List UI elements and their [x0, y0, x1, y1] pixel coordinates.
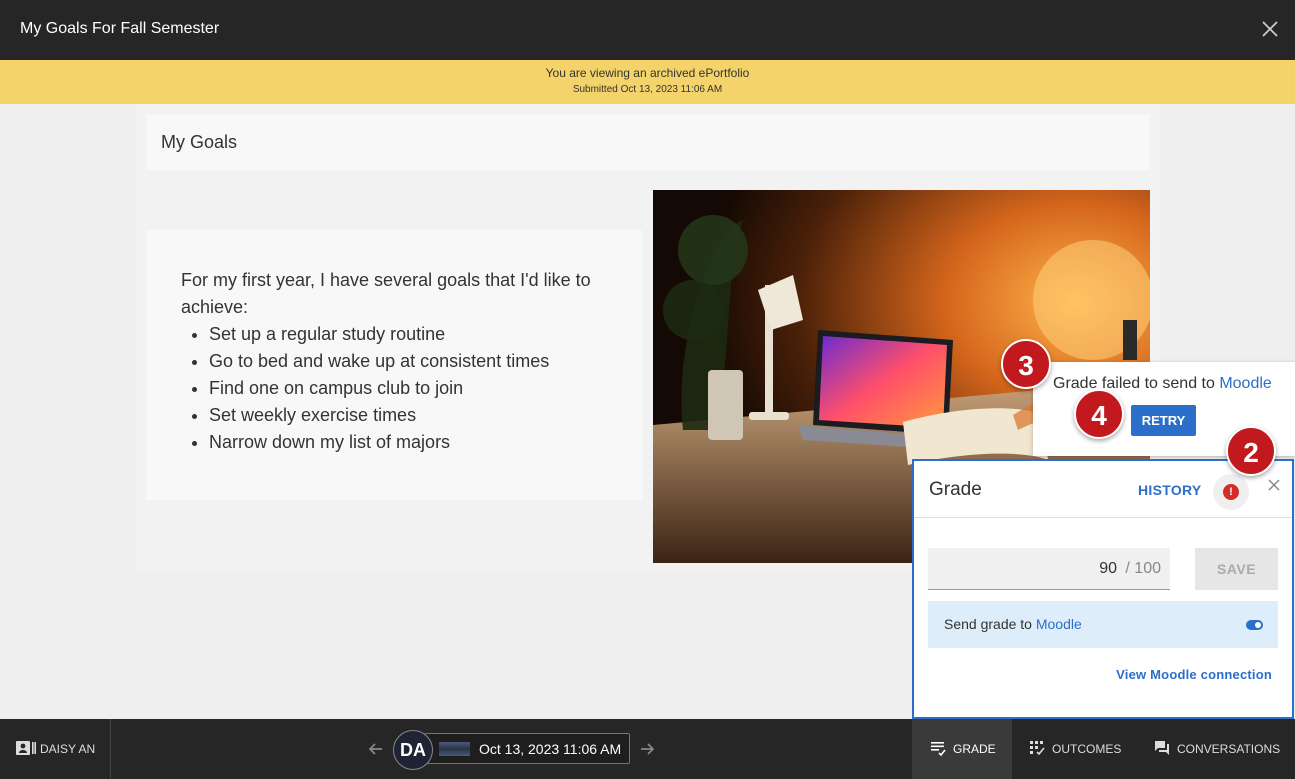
- goal-item: Find one on campus club to join: [209, 375, 549, 402]
- goals-text-card: For my first year, I have several goals …: [146, 230, 642, 500]
- history-button[interactable]: HISTORY: [1138, 482, 1202, 498]
- submission-date: Oct 13, 2023 11:06 AM: [479, 741, 622, 757]
- tab-conversations-label: CONVERSATIONS: [1177, 742, 1281, 756]
- grade-failed-message: Grade failed to send to Moodle: [1053, 375, 1272, 393]
- conversations-icon: [1155, 741, 1169, 755]
- retry-button[interactable]: RETRY: [1131, 405, 1196, 436]
- archive-notice: You are viewing an archived ePortfolio: [545, 66, 750, 80]
- send-grade-row: Send grade to Moodle: [928, 601, 1278, 648]
- goals-intro: For my first year, I have several goals …: [181, 270, 591, 317]
- submission-thumbnail: [439, 742, 470, 756]
- score-max: / 100: [1125, 560, 1161, 577]
- toggle-knob: [1255, 622, 1261, 628]
- score-input[interactable]: 90 / 100: [928, 548, 1170, 590]
- error-icon: !: [1223, 484, 1239, 500]
- send-grade-label: Send grade to Moodle: [944, 616, 1082, 632]
- archive-banner: You are viewing an archived ePortfolio S…: [0, 60, 1295, 104]
- close-icon[interactable]: [1261, 20, 1279, 38]
- goals-list: Set up a regular study routine Go to bed…: [209, 321, 549, 456]
- send-grade-text: Send grade to: [944, 616, 1036, 632]
- score-value: 90: [1099, 560, 1117, 577]
- grade-panel: Grade HISTORY ! 90 / 100 SAVE Send grade…: [912, 459, 1294, 719]
- top-bar: My Goals For Fall Semester: [0, 0, 1295, 60]
- callout-3: 3: [1001, 339, 1051, 389]
- moodle-link[interactable]: Moodle: [1036, 616, 1082, 632]
- close-icon[interactable]: [1267, 478, 1281, 492]
- student-name: DAISY AN: [40, 742, 96, 756]
- goal-item: Set up a regular study routine: [209, 321, 549, 348]
- grade-panel-title: Grade: [929, 479, 982, 500]
- tab-outcomes-label: OUTCOMES: [1052, 742, 1122, 756]
- page-heading: My Goals: [161, 132, 238, 152]
- avatar: DA: [393, 730, 433, 770]
- portfolio-title: My Goals For Fall Semester: [20, 20, 220, 37]
- tab-outcomes[interactable]: OUTCOMES: [1012, 719, 1138, 779]
- submission-selector[interactable]: Oct 13, 2023 11:06 AM: [424, 733, 630, 764]
- next-arrow-icon[interactable]: [638, 740, 656, 758]
- submitted-date: Submitted Oct 13, 2023 11:06 AM: [572, 84, 723, 95]
- tab-conversations[interactable]: CONVERSATIONS: [1138, 719, 1295, 779]
- goal-item: Set weekly exercise times: [209, 402, 549, 429]
- view-moodle-connection-link[interactable]: View Moodle connection: [1116, 667, 1272, 682]
- goal-item: Narrow down my list of majors: [209, 429, 549, 456]
- error-indicator[interactable]: !: [1213, 474, 1249, 510]
- outcomes-icon: [1030, 741, 1045, 756]
- student-selector[interactable]: DAISY AN: [0, 719, 111, 779]
- moodle-link[interactable]: Moodle: [1219, 375, 1271, 392]
- tab-grade-label: GRADE: [953, 742, 996, 756]
- tab-grade[interactable]: GRADE: [912, 719, 1012, 779]
- grade-icon: [931, 742, 946, 756]
- callout-2: 2: [1226, 426, 1276, 476]
- goal-item: Go to bed and wake up at consistent time…: [209, 348, 549, 375]
- previous-arrow-icon[interactable]: [367, 740, 385, 758]
- bottom-bar: DAISY AN DA Oct 13, 2023 11:06 AM GRADE …: [0, 719, 1295, 779]
- page-heading-box: My Goals: [146, 114, 1150, 170]
- callout-4: 4: [1074, 389, 1124, 439]
- send-grade-toggle[interactable]: [1246, 620, 1263, 630]
- student-card-icon: [16, 741, 36, 755]
- save-button[interactable]: SAVE: [1195, 548, 1278, 590]
- grade-failed-text: Grade failed to send to: [1053, 375, 1220, 392]
